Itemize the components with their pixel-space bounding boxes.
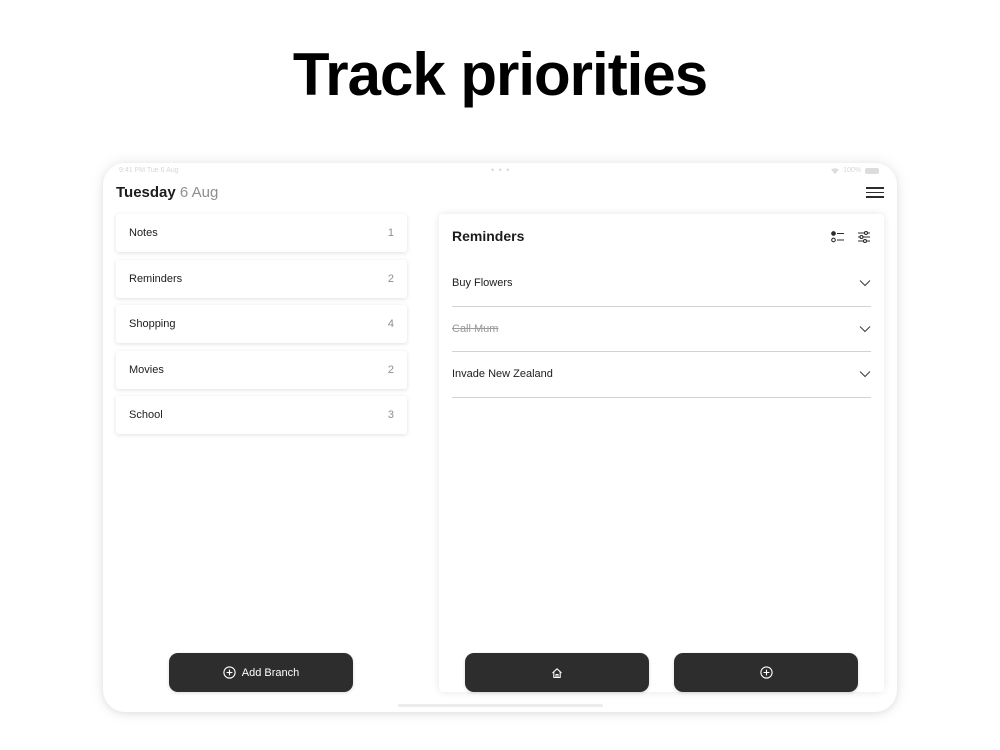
add-branch-button[interactable]: Add Branch xyxy=(169,653,353,692)
branch-count: 1 xyxy=(387,227,394,239)
plus-circle-icon xyxy=(759,666,773,679)
home-icon xyxy=(552,667,562,678)
branch-item-reminders[interactable]: Reminders 2 xyxy=(116,259,407,298)
reminder-text: Buy Flowers xyxy=(452,277,513,290)
plus-circle-icon xyxy=(223,666,236,679)
panel-toolbar xyxy=(831,230,871,244)
status-time: 9:41 PM Tue 6 Aug xyxy=(119,167,179,174)
chevron-down-icon[interactable] xyxy=(859,370,871,378)
home-button[interactable] xyxy=(465,653,649,692)
branch-count: 2 xyxy=(387,363,394,376)
hamburger-menu-icon[interactable] xyxy=(866,187,884,198)
branch-name: School xyxy=(129,409,163,421)
status-right: 100% xyxy=(831,167,879,174)
branch-name: Movies xyxy=(129,363,164,376)
branch-count: 4 xyxy=(387,318,394,330)
branch-count: 2 xyxy=(387,272,394,285)
add-reminder-button[interactable] xyxy=(674,653,858,692)
branch-item-movies[interactable]: Movies 2 xyxy=(116,350,407,389)
wifi-icon xyxy=(831,167,840,174)
branch-count: 3 xyxy=(387,409,394,421)
status-bar: 9:41 PM Tue 6 Aug • • • 100% xyxy=(103,163,897,179)
reminder-text: Invade New Zealand xyxy=(452,368,553,381)
date-daymonth: 6 Aug xyxy=(179,184,219,201)
battery-icon xyxy=(865,167,879,174)
reminder-text: Call Mum xyxy=(452,322,499,335)
branch-item-notes[interactable]: Notes 1 xyxy=(116,214,407,252)
add-branch-label: Add Branch xyxy=(241,666,300,679)
reminders-panel: Reminders Buy Flowers Call Mum Invade Ne… xyxy=(439,214,884,692)
multitasking-dots[interactable]: • • • xyxy=(491,165,510,175)
reminder-item[interactable]: Buy Flowers xyxy=(452,261,871,307)
headline: Track priorities xyxy=(292,41,708,108)
checklist-icon[interactable] xyxy=(831,230,845,244)
tablet-frame: 9:41 PM Tue 6 Aug • • • 100% Tuesday 6 A… xyxy=(103,163,897,712)
reminder-list: Buy Flowers Call Mum Invade New Zealand xyxy=(452,261,871,398)
panel-title: Reminders xyxy=(452,228,525,244)
reminder-item[interactable]: Invade New Zealand xyxy=(452,352,871,398)
chevron-down-icon[interactable] xyxy=(859,279,871,287)
chevron-down-icon[interactable] xyxy=(859,325,871,333)
branch-item-shopping[interactable]: Shopping 4 xyxy=(116,305,407,343)
date-day: Tuesday xyxy=(116,184,176,201)
branch-name: Reminders xyxy=(129,272,183,285)
page-date: Tuesday 6 Aug xyxy=(116,184,218,201)
sliders-icon[interactable] xyxy=(857,230,871,244)
branch-name: Shopping xyxy=(129,318,176,330)
battery-percent: 100% xyxy=(843,167,861,174)
branch-list: Notes 1 Reminders 2 Shopping 4 Movies 2 … xyxy=(116,214,407,442)
home-indicator[interactable] xyxy=(398,704,603,707)
branch-name: Notes xyxy=(129,227,158,239)
branch-item-school[interactable]: School 3 xyxy=(116,396,407,434)
reminder-item-completed[interactable]: Call Mum xyxy=(452,307,871,352)
